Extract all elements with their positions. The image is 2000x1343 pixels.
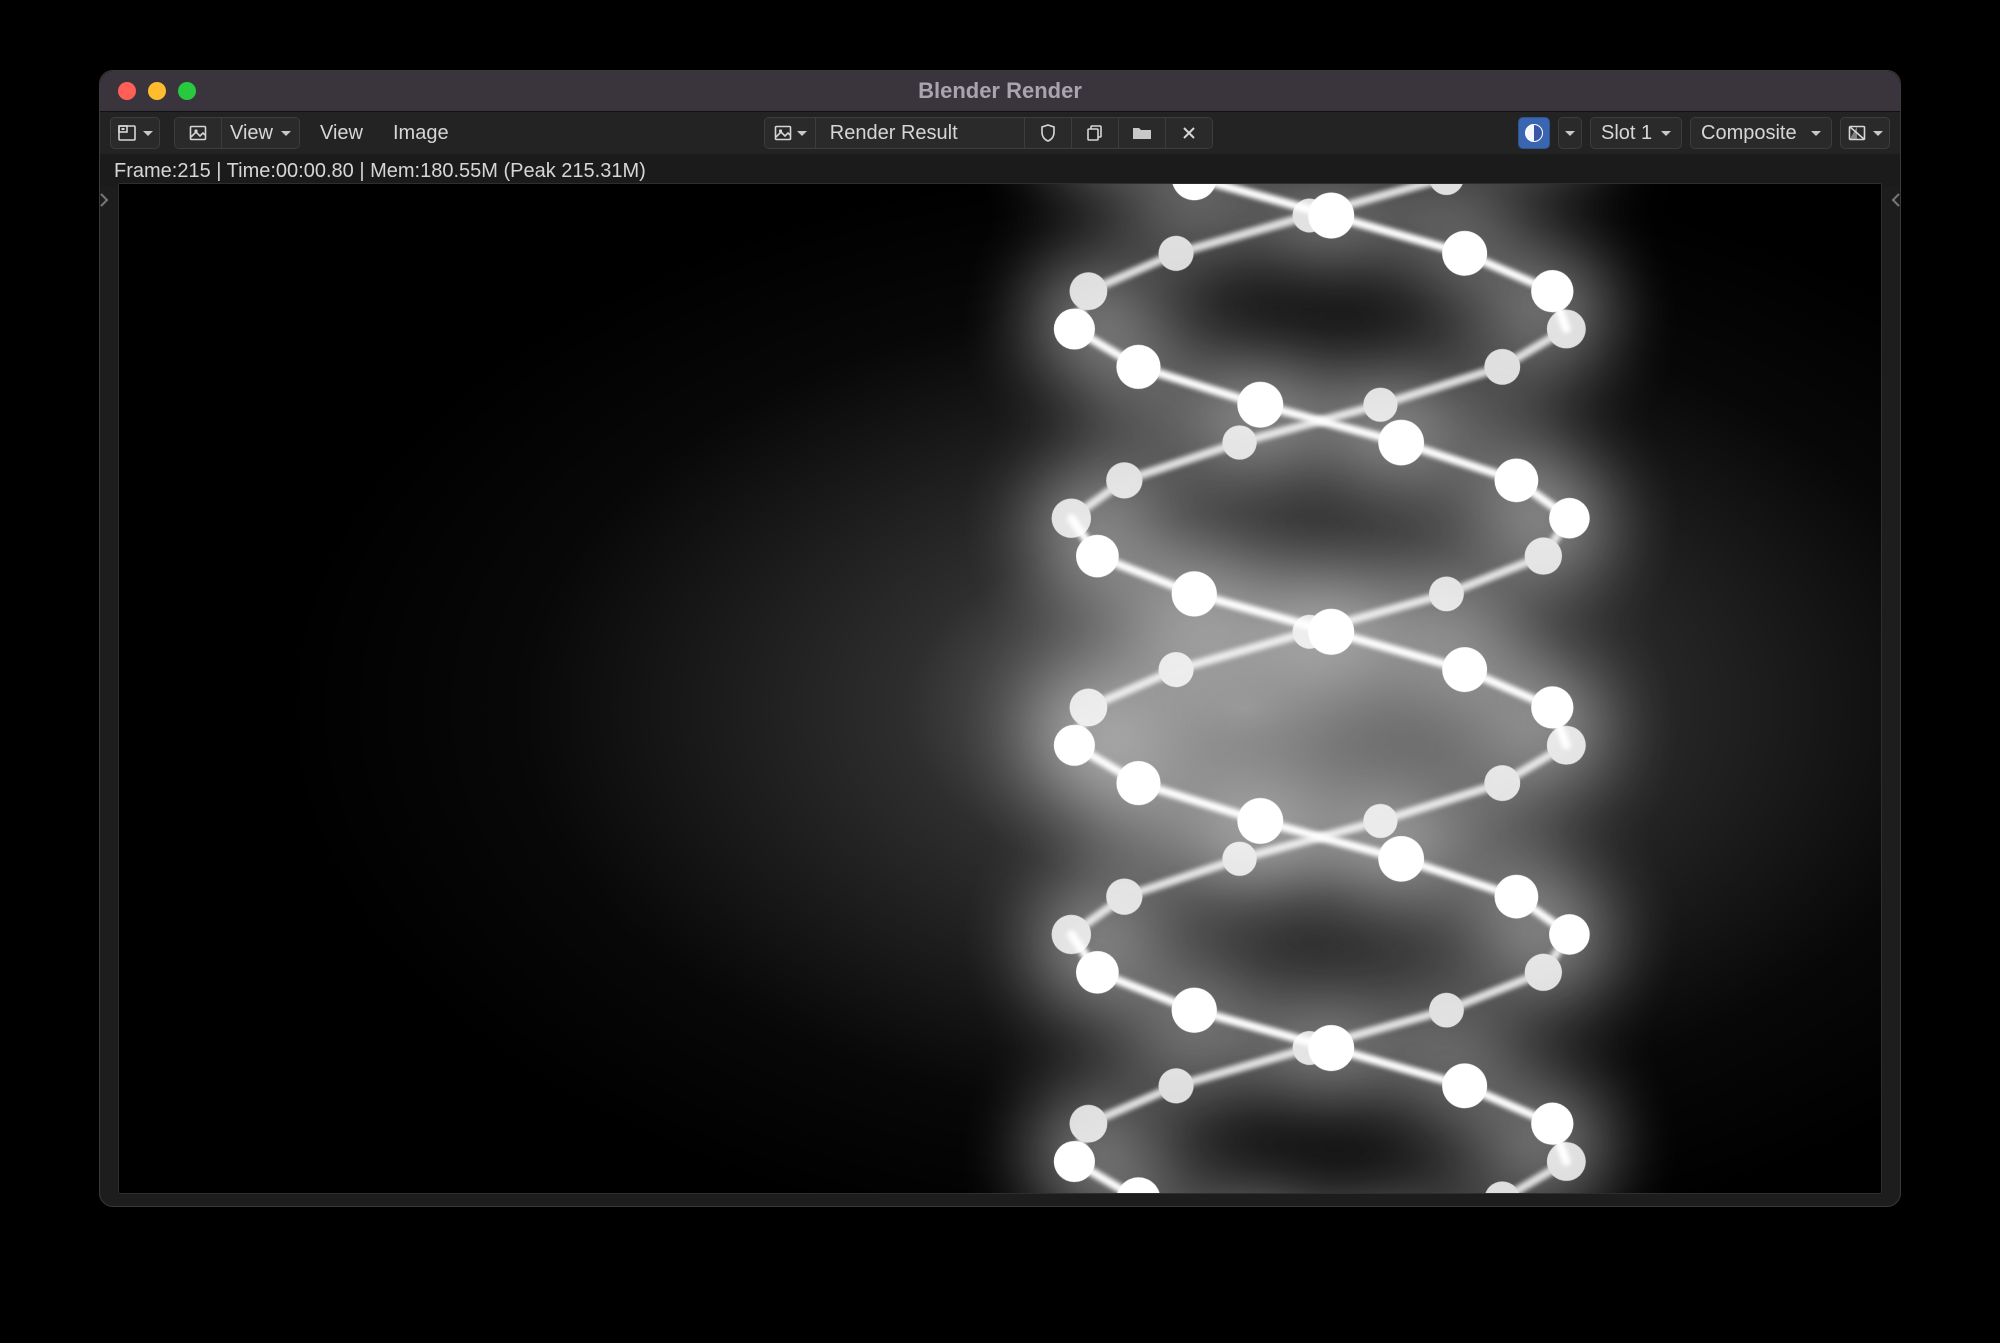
editor-type-selector[interactable] (110, 117, 160, 149)
expand-sidebar-right-icon (1890, 191, 1901, 214)
render-slot-selector[interactable]: Slot 1 (1590, 117, 1682, 149)
window-title: Blender Render (100, 78, 1900, 104)
view-dropdown-label: View (230, 122, 273, 145)
folder-icon (1131, 123, 1153, 143)
render-slot-label: Slot 1 (1601, 122, 1652, 145)
image-name-field[interactable]: Render Result (815, 118, 1024, 148)
shield-icon (1039, 123, 1057, 143)
expand-toolbar-left-icon (99, 191, 110, 214)
render-status-text: Frame:215 | Time:00:00.80 | Mem:180.55M … (114, 160, 646, 183)
view-mode-icon (188, 123, 208, 143)
close-window-button[interactable] (118, 82, 136, 100)
image-editor-header: View View Image Render Result (100, 111, 1900, 154)
render-image (119, 184, 1881, 1193)
color-management-dropdown[interactable] (1558, 117, 1582, 149)
duplicate-icon (1085, 123, 1105, 143)
view-menu-label: View (320, 122, 363, 144)
display-mode-button[interactable] (175, 118, 221, 148)
open-image-button[interactable] (1118, 118, 1165, 148)
color-management-icon (1523, 122, 1545, 144)
image-editor-icon (117, 123, 137, 143)
color-management-button[interactable] (1518, 117, 1550, 149)
browse-image-button[interactable] (765, 118, 815, 148)
image-datablock: Render Result (764, 117, 1213, 149)
display-channels-button[interactable] (1840, 117, 1890, 149)
image-menu[interactable]: Image (383, 122, 459, 145)
view-menu[interactable]: View (310, 122, 373, 145)
window-controls (118, 82, 196, 100)
duplicate-image-button[interactable] (1071, 118, 1118, 148)
titlebar: Blender Render (100, 71, 1900, 111)
unlink-image-button[interactable] (1165, 118, 1212, 148)
mode-view-group: View (174, 117, 300, 149)
render-pass-selector[interactable]: Composite (1690, 117, 1832, 149)
render-viewport[interactable] (118, 183, 1882, 1194)
close-icon (1180, 124, 1198, 142)
zoom-window-button[interactable] (178, 82, 196, 100)
image-browse-icon (773, 123, 793, 143)
view-dropdown-button[interactable]: View (221, 118, 299, 148)
minimize-window-button[interactable] (148, 82, 166, 100)
render-status-line: Frame:215 | Time:00:00.80 | Mem:180.55M … (100, 154, 1900, 186)
image-name: Render Result (830, 122, 958, 145)
channels-icon (1847, 123, 1867, 143)
render-pass-label: Composite (1701, 122, 1797, 145)
image-menu-label: Image (393, 122, 449, 144)
fake-user-button[interactable] (1024, 118, 1071, 148)
render-window: Blender Render View (99, 70, 1901, 1207)
